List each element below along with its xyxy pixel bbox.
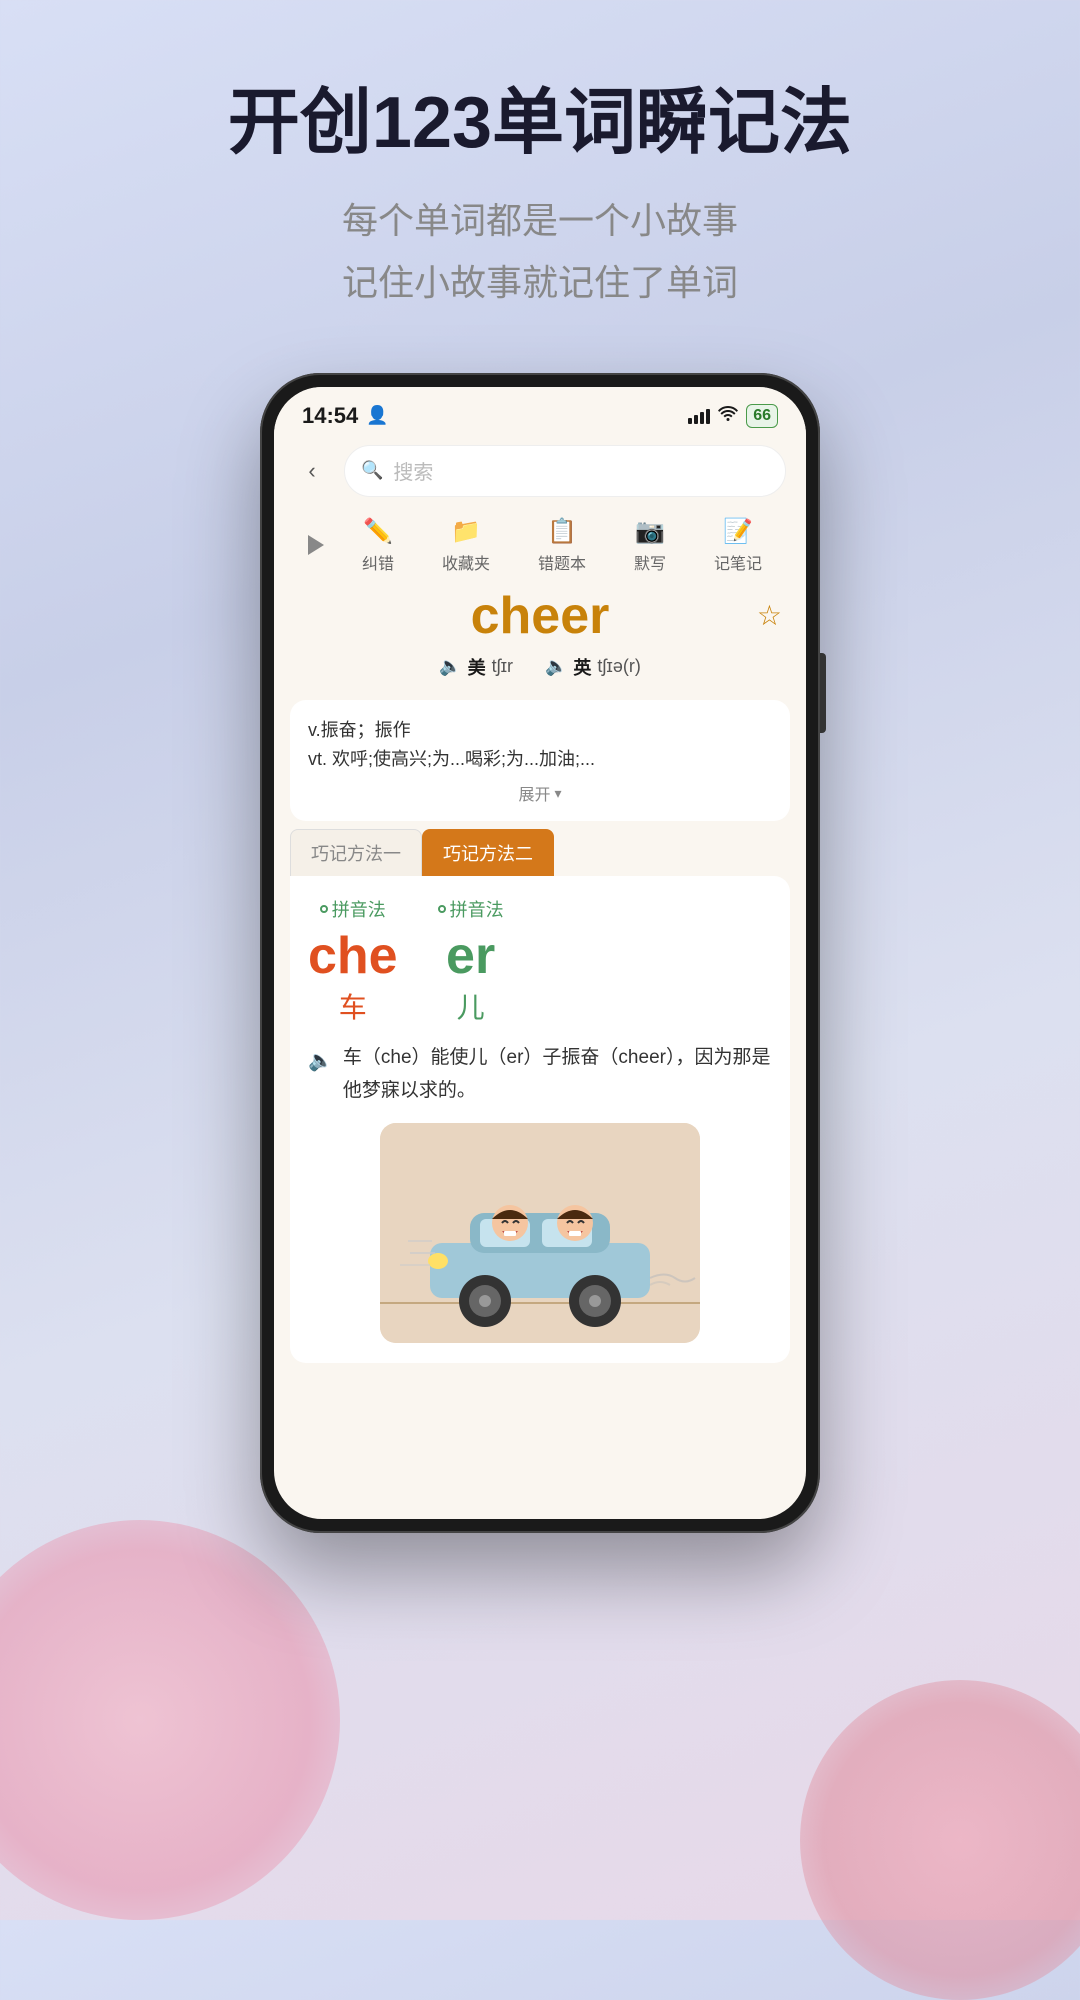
favorites-label: 收藏夹: [442, 550, 490, 574]
search-placeholder: 搜索: [393, 456, 433, 485]
play-button[interactable]: [294, 523, 338, 567]
pinyin-method-label-1: 拼音法: [320, 896, 386, 922]
pinyin-dot-2: [438, 905, 446, 913]
mistakes-icon: 📋: [547, 517, 577, 546]
toolbar-notes[interactable]: 📝 记笔记: [714, 517, 762, 574]
pinyin-col-2: 拼音法 er 儿: [438, 896, 504, 1026]
phonetic-us[interactable]: 🔈 美 tʃɪr: [439, 654, 513, 680]
tabs-row: 巧记方法一 巧记方法二: [274, 829, 806, 876]
wifi-icon: [718, 405, 738, 426]
correct-label: 纠错: [362, 550, 394, 574]
main-word: cheer: [471, 586, 610, 646]
toolbar-dictation[interactable]: 📷 默写: [634, 517, 666, 574]
phonetics-row: 🔈 美 tʃɪr 🔈 英 tʃɪə(r): [298, 654, 782, 680]
pinyin-syllable-1: che: [308, 930, 398, 982]
phonetic-us-lang: 美: [468, 654, 486, 680]
tab-method-1[interactable]: 巧记方法一: [290, 829, 422, 876]
phone-screen: 14:54 👤: [274, 387, 806, 1519]
pinyin-syllable-2: er: [446, 930, 495, 982]
definition-line2: vt. 欢呼;使高兴;为...喝彩;为...加油;...: [308, 745, 772, 774]
person-icon: 👤: [366, 405, 388, 426]
status-time: 14:54 👤: [302, 403, 389, 429]
expand-arrow-icon: ▾: [554, 785, 561, 802]
dictation-label: 默写: [634, 550, 666, 574]
phone-wrapper: 14:54 👤: [0, 373, 1080, 1533]
memory-speaker-icon[interactable]: 🔈: [308, 1044, 333, 1078]
battery-display: 66: [746, 404, 778, 428]
main-title: 开创123单词瞬记法: [0, 80, 1080, 166]
phonetic-us-symbol: tʃɪr: [492, 656, 513, 677]
pinyin-col-1: 拼音法 che 车: [308, 896, 398, 1026]
favorites-icon: 📁: [451, 517, 481, 546]
toolbar-items: ✏️ 纠错 📁 收藏夹 📋 错题本 📷 默写: [338, 517, 786, 574]
expand-label: 展开: [518, 781, 550, 805]
status-bar: 14:54 👤: [274, 387, 806, 437]
toolbar-mistakes[interactable]: 📋 错题本: [538, 517, 586, 574]
illustration-box: [380, 1123, 700, 1343]
phone-frame: 14:54 👤: [260, 373, 820, 1533]
play-icon: [308, 535, 324, 555]
sub-title-line1: 每个单词都是一个小故事: [0, 190, 1080, 251]
search-area: ‹ 🔍 搜索: [274, 437, 806, 509]
toolbar-favorites[interactable]: 📁 收藏夹: [442, 517, 490, 574]
definition-line1: v.振奋；振作: [308, 716, 772, 745]
dictation-icon: 📷: [635, 517, 665, 546]
tab-method-2[interactable]: 巧记方法二: [422, 829, 554, 876]
content-card: 拼音法 che 车 拼音法 er 儿: [290, 876, 790, 1363]
phonetic-uk[interactable]: 🔈 英 tʃɪə(r): [545, 654, 641, 680]
time-display: 14:54: [302, 403, 358, 429]
pinyin-meaning-2: 儿: [457, 986, 485, 1026]
illustration-container: [308, 1123, 772, 1343]
search-icon: 🔍: [361, 460, 383, 481]
bg-blob-right: [800, 1680, 1080, 2000]
car-illustration: [380, 1123, 700, 1343]
word-section: cheer ☆ 🔈 美 tʃɪr 🔈 英 tʃɪə(r): [274, 578, 806, 692]
signal-bars: [688, 408, 710, 424]
pinyin-cols: 拼音法 che 车 拼音法 er 儿: [308, 896, 772, 1026]
notes-label: 记笔记: [714, 550, 762, 574]
sub-title-line2: 记住小故事就记住了单词: [0, 252, 1080, 313]
mistakes-label: 错题本: [538, 550, 586, 574]
notes-icon: 📝: [723, 517, 753, 546]
definition-box: v.振奋；振作 vt. 欢呼;使高兴;为...喝彩;为...加油;... 展开 …: [290, 700, 790, 822]
pinyin-method-label-2: 拼音法: [438, 896, 504, 922]
memory-sentence: 🔈 车（che）能使儿（er）子振奋（cheer），因为那是他梦寐以求的。: [308, 1042, 772, 1107]
header-area: 开创123单词瞬记法 每个单词都是一个小故事 记住小故事就记住了单词: [0, 0, 1080, 313]
toolbar-row: ✏️ 纠错 📁 收藏夹 📋 错题本 📷 默写: [274, 509, 806, 578]
pinyin-dot-1: [320, 905, 328, 913]
back-button[interactable]: ‹: [294, 453, 330, 489]
expand-row[interactable]: 展开 ▾: [308, 781, 772, 805]
memory-text: 车（che）能使儿（er）子振奋（cheer），因为那是他梦寐以求的。: [343, 1042, 772, 1107]
toolbar-correct[interactable]: ✏️ 纠错: [362, 517, 394, 574]
star-icon[interactable]: ☆: [757, 599, 782, 632]
sub-title: 每个单词都是一个小故事 记住小故事就记住了单词: [0, 190, 1080, 312]
phonetic-uk-lang: 英: [573, 654, 591, 680]
pinyin-meaning-1: 车: [339, 986, 367, 1026]
search-box[interactable]: 🔍 搜索: [344, 445, 786, 497]
phonetic-uk-symbol: tʃɪə(r): [597, 656, 640, 677]
status-icons: 66: [688, 404, 778, 428]
speaker-us-icon: 🔈: [439, 656, 461, 677]
bg-blob-left: [0, 1520, 340, 1920]
word-row: cheer ☆: [298, 586, 782, 646]
speaker-uk-icon: 🔈: [545, 656, 567, 677]
correct-icon: ✏️: [363, 517, 393, 546]
